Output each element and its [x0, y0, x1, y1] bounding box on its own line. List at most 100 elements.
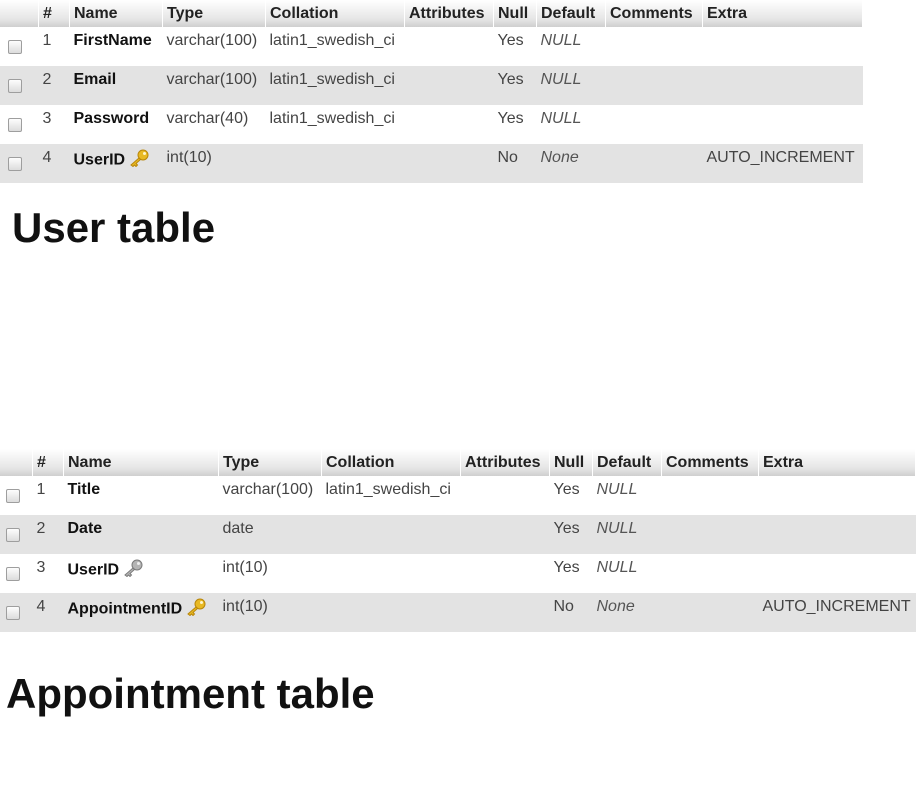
column-header-name[interactable]: Name [69, 0, 163, 27]
column-attributes [460, 515, 550, 554]
row-number: 1 [32, 476, 64, 515]
column-type: varchar(100) [162, 66, 266, 105]
column-header-attributes[interactable]: Attributes [460, 449, 550, 476]
column-header-extra[interactable]: Extra [758, 449, 916, 476]
row-checkbox[interactable] [6, 528, 20, 542]
column-header-comments[interactable]: Comments [661, 449, 759, 476]
column-attributes [404, 105, 494, 144]
column-type: int(10) [218, 593, 322, 632]
column-name: UserID [67, 561, 120, 579]
column-collation [321, 515, 461, 554]
column-header-collation[interactable]: Collation [265, 0, 405, 27]
appointment-structure-table: # Name Type Collation Attributes Null De… [0, 449, 916, 632]
column-header-null[interactable]: Null [493, 0, 537, 27]
row-checkbox[interactable] [6, 606, 20, 620]
column-comments [661, 476, 759, 515]
column-header-default[interactable]: Default [536, 0, 606, 27]
row-number: 3 [32, 554, 64, 593]
row-number: 4 [32, 593, 64, 632]
column-null: Yes [549, 554, 593, 593]
column-header-extra[interactable]: Extra [702, 0, 863, 27]
column-header-num: # [32, 449, 64, 476]
row-checkbox[interactable] [6, 567, 20, 581]
table-row: 4 UserID int(10) No None AUTO_INCREMENT [0, 144, 863, 183]
row-number: 3 [38, 105, 70, 144]
column-attributes [404, 66, 494, 105]
column-name: FirstName [69, 27, 163, 66]
column-type: varchar(100) [218, 476, 322, 515]
user-structure-table: # Name Type Collation Attributes Null De… [0, 0, 863, 183]
column-extra [758, 554, 916, 593]
table-row: 3 UserID int(10) Yes NULL [0, 554, 916, 593]
row-checkbox-cell[interactable] [0, 515, 33, 554]
column-type: varchar(100) [162, 27, 266, 66]
checkbox-column-header [0, 449, 33, 476]
column-collation: latin1_swedish_ci [265, 66, 405, 105]
column-default: NULL [536, 66, 606, 105]
row-checkbox[interactable] [6, 489, 20, 503]
row-checkbox-cell[interactable] [0, 476, 33, 515]
column-null: Yes [493, 105, 537, 144]
column-header-comments[interactable]: Comments [605, 0, 703, 27]
column-name: AppointmentID [67, 600, 183, 618]
column-comments [605, 105, 703, 144]
column-comments [661, 554, 759, 593]
table-row: 2 Email varchar(100) latin1_swedish_ci Y… [0, 66, 863, 105]
column-header-collation[interactable]: Collation [321, 449, 461, 476]
column-comments [661, 515, 759, 554]
row-checkbox-cell[interactable] [0, 593, 33, 632]
column-default: NULL [592, 476, 662, 515]
column-type: int(10) [162, 144, 266, 183]
user-table-caption: User table [12, 204, 216, 251]
row-checkbox-cell[interactable] [0, 144, 39, 183]
row-checkbox-cell[interactable] [0, 105, 39, 144]
column-name: UserID [73, 151, 126, 169]
column-header-null[interactable]: Null [549, 449, 593, 476]
column-name-cell: UserID [69, 144, 163, 183]
table-row: 2 Date date Yes NULL [0, 515, 916, 554]
column-collation: latin1_swedish_ci [265, 105, 405, 144]
table-header-row: # Name Type Collation Attributes Null De… [0, 449, 916, 476]
index-key-icon [122, 559, 144, 582]
column-default: NULL [536, 105, 606, 144]
table-row: 3 Password varchar(40) latin1_swedish_ci… [0, 105, 863, 144]
row-checkbox-cell[interactable] [0, 27, 39, 66]
row-checkbox-cell[interactable] [0, 66, 39, 105]
column-header-type[interactable]: Type [162, 0, 266, 27]
column-null: Yes [493, 27, 537, 66]
column-extra: AUTO_INCREMENT [758, 593, 916, 632]
column-header-attributes[interactable]: Attributes [404, 0, 494, 27]
row-checkbox[interactable] [8, 79, 22, 93]
column-extra: AUTO_INCREMENT [702, 144, 863, 183]
row-number: 2 [38, 66, 70, 105]
table-row: 1 Title varchar(100) latin1_swedish_ci Y… [0, 476, 916, 515]
column-name-cell: AppointmentID [63, 593, 219, 632]
table-header-row: # Name Type Collation Attributes Null De… [0, 0, 863, 27]
row-number: 2 [32, 515, 64, 554]
column-null: No [549, 593, 593, 632]
appointment-structure-section: # Name Type Collation Attributes Null De… [0, 449, 916, 632]
row-checkbox[interactable] [8, 157, 22, 171]
table-row: 4 AppointmentID int(10) No None AUTO_INC… [0, 593, 916, 632]
column-header-type[interactable]: Type [218, 449, 322, 476]
column-collation: latin1_swedish_ci [265, 27, 405, 66]
column-header-name[interactable]: Name [63, 449, 219, 476]
column-attributes [404, 144, 494, 183]
row-number: 1 [38, 27, 70, 66]
column-header-default[interactable]: Default [592, 449, 662, 476]
row-checkbox[interactable] [8, 118, 22, 132]
column-default: NULL [592, 554, 662, 593]
row-checkbox[interactable] [8, 40, 22, 54]
column-comments [605, 66, 703, 105]
appointment-table-caption: Appointment table [6, 670, 375, 717]
column-extra [758, 476, 916, 515]
row-checkbox-cell[interactable] [0, 554, 33, 593]
column-extra [702, 105, 863, 144]
column-collation [321, 593, 461, 632]
column-attributes [460, 476, 550, 515]
column-comments [605, 144, 703, 183]
column-name: Date [63, 515, 219, 554]
row-number: 4 [38, 144, 70, 183]
table-row: 1 FirstName varchar(100) latin1_swedish_… [0, 27, 863, 66]
column-collation: latin1_swedish_ci [321, 476, 461, 515]
